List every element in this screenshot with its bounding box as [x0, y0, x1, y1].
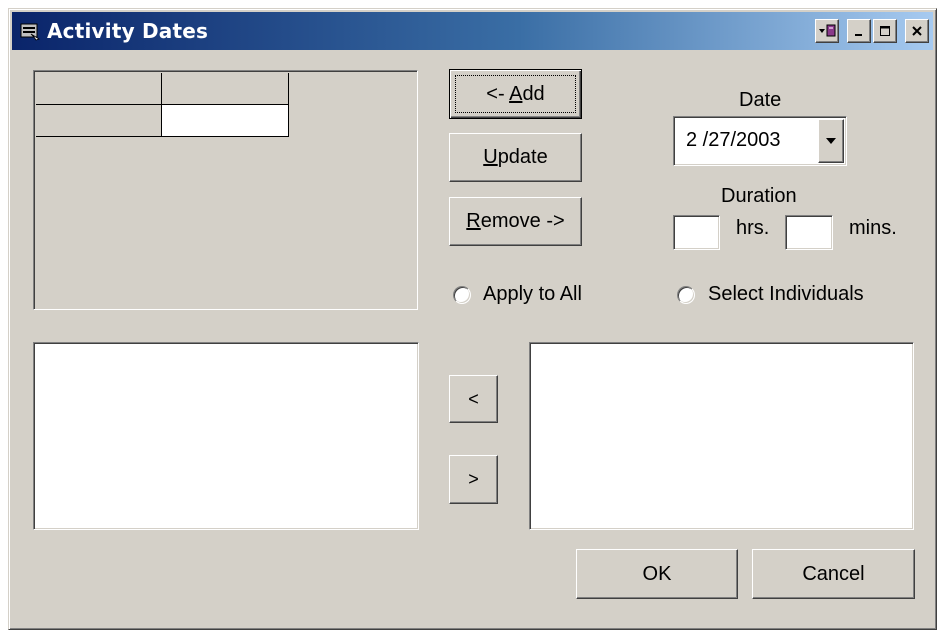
move-left-button[interactable]: < — [449, 375, 498, 423]
minutes-input[interactable] — [785, 215, 833, 250]
chevron-down-icon — [826, 138, 836, 144]
date-dropdown-button[interactable] — [818, 119, 844, 163]
date-label: Date — [739, 89, 782, 111]
select-individuals-label[interactable]: Select Individuals — [708, 283, 864, 306]
system-menu-icon[interactable] — [815, 19, 839, 43]
cancel-button[interactable]: Cancel — [752, 549, 915, 599]
app-icon — [20, 23, 40, 41]
update-button-label: Update — [483, 146, 548, 168]
right-list[interactable] — [529, 342, 914, 530]
minimize-icon — [855, 34, 862, 36]
apply-to-all-radio[interactable] — [453, 286, 471, 304]
left-list[interactable] — [33, 342, 419, 530]
activity-dates-window: Activity Dates <- Add Update Remove -> D… — [8, 8, 937, 630]
move-right-button[interactable]: > — [449, 455, 498, 504]
cancel-button-label: Cancel — [802, 562, 865, 585]
hours-input[interactable] — [673, 215, 720, 250]
apply-to-all-label[interactable]: Apply to All — [483, 283, 582, 306]
remove-button[interactable]: Remove -> — [449, 197, 582, 246]
dates-grid[interactable] — [33, 70, 418, 310]
minutes-unit-label: mins. — [849, 217, 897, 239]
move-right-label: > — [468, 469, 479, 489]
remove-button-label: Remove -> — [466, 210, 565, 232]
close-icon — [912, 26, 922, 36]
title-bar[interactable]: Activity Dates — [12, 12, 933, 50]
update-button[interactable]: Update — [449, 133, 582, 182]
maximize-button[interactable] — [873, 19, 897, 43]
maximize-icon — [880, 26, 890, 36]
focus-indicator — [455, 75, 576, 113]
grid-data-cell[interactable] — [162, 105, 289, 137]
date-value: 2 /27/2003 — [686, 129, 781, 151]
ok-button[interactable]: OK — [576, 549, 738, 599]
ok-button-label: OK — [642, 562, 672, 585]
duration-label: Duration — [721, 185, 797, 207]
grid-header-cell-2 — [162, 73, 289, 105]
close-button[interactable] — [905, 19, 929, 43]
date-picker[interactable]: 2 /27/2003 — [673, 116, 847, 166]
window-title: Activity Dates — [47, 19, 209, 43]
add-button[interactable]: <- Add — [449, 69, 582, 119]
grid-row-header-cell — [36, 105, 162, 137]
select-individuals-radio[interactable] — [677, 286, 695, 304]
move-left-label: < — [468, 388, 479, 409]
hours-unit-label: hrs. — [736, 217, 770, 239]
grid-header-cell-1 — [36, 73, 162, 105]
minimize-button[interactable] — [847, 19, 871, 43]
